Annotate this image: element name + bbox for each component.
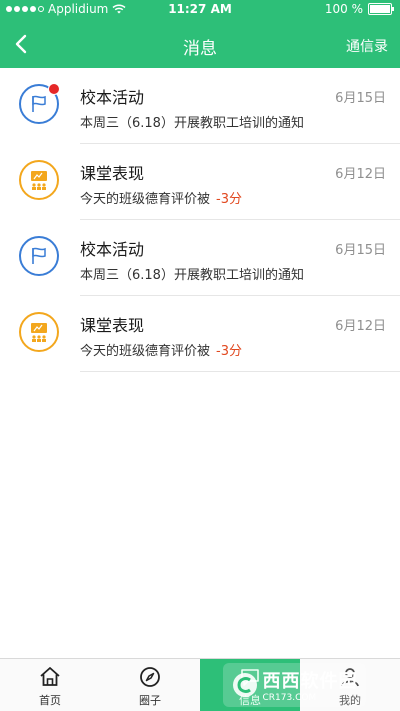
flag-icon bbox=[19, 83, 60, 124]
message-date: 6月12日 bbox=[335, 319, 386, 334]
tab-label: 首页 bbox=[39, 694, 61, 707]
watermark-badge: 西西软件园 CR173.COM bbox=[222, 663, 366, 707]
message-item[interactable]: 课堂表现 6月12日 今天的班级德育评价被 -3分 bbox=[0, 144, 400, 220]
message-title: 校本活动 bbox=[80, 240, 145, 259]
battery-icon bbox=[368, 3, 394, 15]
status-right: 100 % bbox=[324, 2, 394, 16]
flag-glyph bbox=[32, 95, 46, 112]
home-icon bbox=[40, 667, 60, 686]
battery-percent: 100 % bbox=[324, 2, 363, 16]
message-list: 校本活动 6月15日 本周三（6.18）开展教职工培训的通知 课堂表现 6月12… bbox=[0, 68, 400, 372]
message-item[interactable]: 校本活动 6月15日 本周三（6.18）开展教职工培训的通知 bbox=[0, 220, 400, 296]
flag-icon bbox=[19, 236, 59, 276]
compass-icon bbox=[140, 667, 160, 687]
message-preview: 今天的班级德育评价被 -3分 bbox=[80, 188, 242, 207]
tab-home[interactable]: 首页 bbox=[0, 659, 100, 711]
nav-bar: 消息 通信录 bbox=[0, 22, 400, 68]
watermark-subtext: CR173.COM bbox=[262, 693, 317, 703]
tab-circle[interactable]: 圈子 bbox=[100, 659, 200, 711]
message-preview: 本周三（6.18）开展教职工培训的通知 bbox=[80, 112, 304, 131]
watermark-text-group: 西西软件园 CR173.COM bbox=[263, 667, 358, 703]
page-title: 消息 bbox=[183, 39, 217, 59]
classroom-icon bbox=[19, 160, 59, 200]
message-preview: 今天的班级德育评价被 -3分 bbox=[80, 340, 242, 359]
battery-fill bbox=[370, 5, 390, 13]
unread-badge bbox=[48, 83, 60, 95]
message-date: 6月15日 bbox=[335, 243, 386, 258]
message-preview-text: 本周三（6.18）开展教职工培训的通知 bbox=[80, 116, 304, 131]
watermark-icon bbox=[232, 673, 257, 697]
message-date: 6月15日 bbox=[335, 91, 386, 106]
message-item[interactable]: 校本活动 6月15日 本周三（6.18）开展教职工培训的通知 bbox=[0, 68, 400, 144]
classroom-icon bbox=[19, 312, 59, 352]
score-value: -3分 bbox=[216, 192, 242, 207]
status-bar: Applidium 11:27 AM 100 % bbox=[0, 0, 400, 20]
tab-label: 圈子 bbox=[139, 694, 161, 707]
message-preview: 本周三（6.18）开展教职工培训的通知 bbox=[80, 264, 304, 283]
watermark-text: 西西软件园 bbox=[262, 671, 358, 692]
message-preview-text: 本周三（6.18）开展教职工培训的通知 bbox=[80, 268, 304, 283]
watermark-logo: 西西软件园 CR173.COM bbox=[206, 659, 382, 711]
message-preview-text: 今天的班级德育评价被 bbox=[80, 344, 211, 359]
message-title: 课堂表现 bbox=[80, 164, 145, 183]
tab-bar: 首页 圈子 信息 我的 西西软件园 CR173.COM bbox=[0, 658, 400, 711]
score-value: -3分 bbox=[216, 344, 242, 359]
message-title: 校本活动 bbox=[80, 88, 145, 107]
message-item[interactable]: 课堂表现 6月12日 今天的班级德育评价被 -3分 bbox=[0, 296, 400, 372]
message-date: 6月12日 bbox=[335, 167, 386, 182]
message-title: 课堂表现 bbox=[80, 316, 145, 335]
classroom-glyph bbox=[31, 171, 47, 190]
contacts-button[interactable]: 通信录 bbox=[346, 36, 388, 56]
flag-glyph bbox=[32, 247, 46, 264]
message-preview-text: 今天的班级德育评价被 bbox=[80, 192, 211, 207]
app-header: Applidium 11:27 AM 100 % 消息 通信录 bbox=[0, 0, 400, 68]
classroom-glyph bbox=[31, 323, 47, 342]
